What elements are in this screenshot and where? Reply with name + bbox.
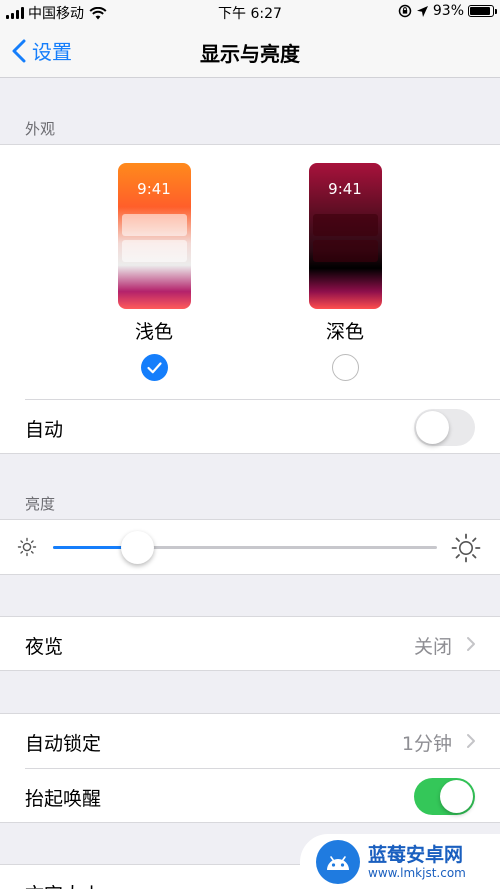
night-shift-row[interactable]: 夜览 关闭 (0, 617, 500, 671)
checkmark-icon (146, 362, 162, 374)
light-mode-label: 浅色 (134, 321, 173, 343)
battery-percent: 93% (432, 3, 464, 19)
auto-appearance-row: 自动 (0, 400, 500, 454)
sun-small-icon (17, 537, 37, 557)
night-shift-label: 夜览 (25, 636, 64, 658)
chevron-right-icon (467, 637, 475, 651)
appearance-section-label: 外观 (25, 120, 56, 138)
preview-time: 9:41 (137, 180, 171, 198)
page-title: 显示与亮度 (200, 42, 300, 66)
dark-mode-label: 深色 (325, 321, 364, 343)
appearance-group: 9:41 浅色 9:41 深色 自动 (0, 144, 500, 454)
brightness-section-label: 亮度 (25, 495, 56, 513)
battery-icon (468, 5, 497, 17)
light-mode-option[interactable]: 9:41 浅色 (109, 163, 199, 381)
dark-mode-radio[interactable] (331, 354, 359, 381)
lock-group: 自动锁定 1分钟 抬起唤醒 (0, 713, 500, 823)
light-mode-radio[interactable] (140, 354, 168, 381)
status-bar: 中国移动 下午 6:27 93% (0, 0, 500, 24)
watermark-url: www.lmkjst.com (368, 866, 466, 880)
sun-large-icon (451, 533, 481, 563)
dark-mode-option[interactable]: 9:41 深色 (300, 163, 390, 381)
chevron-right-icon (467, 734, 475, 748)
location-icon (416, 5, 428, 17)
night-shift-group: 夜览 关闭 (0, 616, 500, 671)
brightness-slider[interactable] (53, 531, 437, 564)
raise-to-wake-toggle[interactable] (414, 778, 475, 815)
text-size-label: 文字大小 (25, 880, 101, 889)
watermark: 蓝莓安卓网 www.lmkjst.com (300, 834, 500, 889)
auto-lock-row[interactable]: 自动锁定 1分钟 (0, 714, 500, 768)
auto-lock-label: 自动锁定 (25, 733, 102, 755)
watermark-title: 蓝莓安卓网 (368, 844, 464, 866)
auto-label: 自动 (25, 419, 64, 441)
night-shift-value: 关闭 (413, 636, 452, 658)
raise-to-wake-label: 抬起唤醒 (25, 788, 102, 810)
preview-time: 9:41 (328, 180, 362, 198)
brightness-group (0, 519, 500, 575)
auto-lock-value: 1分钟 (401, 733, 452, 755)
light-mode-preview: 9:41 (117, 163, 191, 309)
raise-to-wake-row: 抬起唤醒 (0, 769, 500, 823)
auto-appearance-toggle[interactable] (414, 409, 475, 446)
brightness-slider-thumb[interactable] (121, 531, 155, 564)
android-logo-icon (316, 840, 360, 884)
dark-mode-preview: 9:41 (308, 163, 382, 309)
orientation-lock-icon (398, 4, 412, 18)
navigation-bar: 设置 显示与亮度 (0, 24, 500, 78)
